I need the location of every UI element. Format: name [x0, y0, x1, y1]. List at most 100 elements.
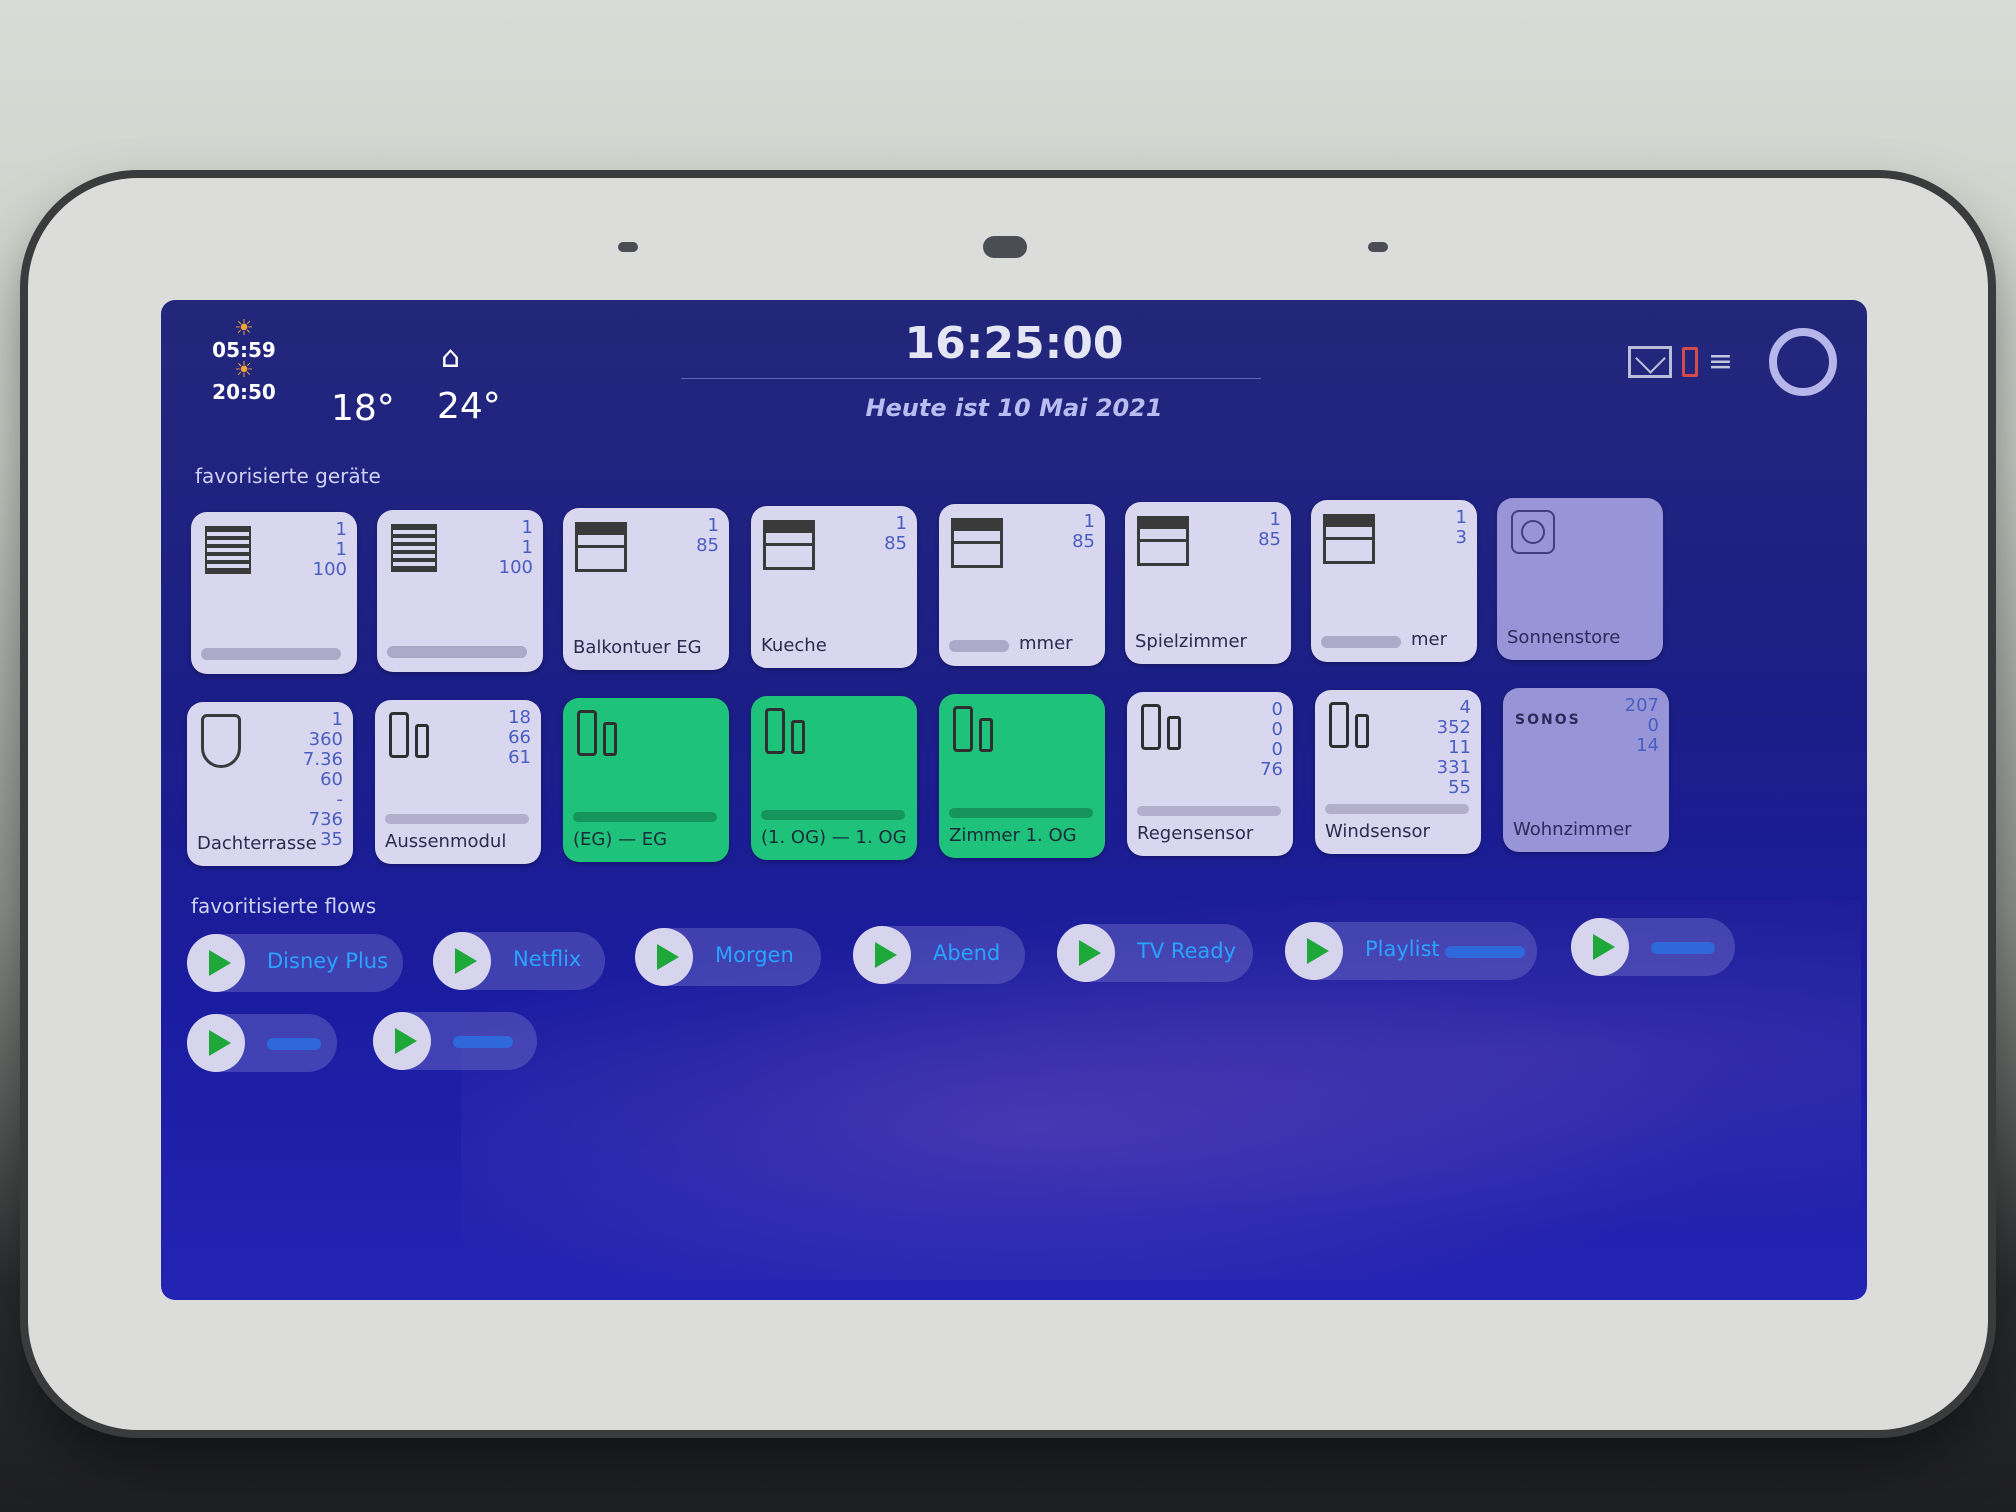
shutter-icon: [1137, 516, 1189, 566]
device-tile-zimmer-2[interactable]: 1 3 mer: [1311, 500, 1477, 662]
device-tile-zimmer[interactable]: 1 85 mmer: [939, 504, 1105, 666]
play-icon[interactable]: [1571, 918, 1629, 976]
device-tile-balkontuer[interactable]: 1 85 Balkontuer EG: [563, 508, 729, 670]
blurred-name: [1321, 636, 1401, 648]
flow-disney-plus[interactable]: Disney Plus: [187, 934, 403, 992]
section-favorite-devices: favorisierte geräte: [195, 464, 381, 488]
flow-playlist[interactable]: Playlist: [1285, 922, 1537, 980]
device-tile-blinds-2[interactable]: 1 1 100: [377, 510, 543, 672]
flow-abend[interactable]: Abend: [853, 926, 1025, 984]
weather-station-icon: [415, 724, 429, 758]
tile-value: 61: [508, 747, 531, 768]
device-tile-eg[interactable]: (EG) — EG: [563, 698, 729, 862]
device-tile-1og[interactable]: (1. OG) — 1. OG: [751, 696, 917, 860]
tile-value: 0: [1271, 699, 1283, 720]
tile-name: Sonnenstore: [1507, 627, 1621, 648]
tile-values: 1 85: [696, 516, 719, 556]
blurred-line: [949, 808, 1093, 818]
menu-icon[interactable]: ≡: [1708, 347, 1733, 377]
status-icons: ≡: [1627, 322, 1837, 402]
device-tile-regensensor[interactable]: 0 0 0 76 Regensensor: [1127, 692, 1293, 856]
sensor-dot: [1368, 242, 1388, 252]
device-tile-blinds-1[interactable]: 1 1 100: [191, 512, 357, 674]
flow-label: TV Ready: [1137, 939, 1237, 963]
tile-value: 76: [1260, 759, 1283, 780]
date-text: Heute ist 10 Mai 2021: [865, 394, 1163, 422]
tile-value: 0: [1647, 715, 1659, 736]
tile-value: 11: [1448, 737, 1471, 758]
tile-values: 1 360 7.36 60 - 736 35: [303, 710, 343, 850]
blurred-name: [201, 648, 341, 660]
weather-station-icon: [791, 720, 805, 754]
tile-name: mer: [1411, 629, 1448, 650]
header: ☀ 05:59 ☀ 20:50 18° ⌂ 24° 16:25:00 Heute…: [161, 300, 1867, 470]
flow-morgen[interactable]: Morgen: [635, 928, 821, 986]
tile-value: 100: [498, 557, 533, 578]
clock: 16:25:00: [904, 318, 1124, 369]
weather-station-icon: [1355, 714, 1369, 748]
tile-name: Regensensor: [1137, 823, 1254, 844]
tile-value: 1: [707, 515, 719, 536]
tile-value: 4: [1459, 697, 1471, 718]
play-icon[interactable]: [1285, 922, 1343, 980]
device-tile-aussenmodul[interactable]: 18 66 61 Aussenmodul: [375, 700, 541, 864]
weather-station-icon: [603, 722, 617, 756]
play-icon[interactable]: [853, 926, 911, 984]
tile-value: 1: [521, 537, 533, 558]
play-icon[interactable]: [635, 928, 693, 986]
play-icon[interactable]: [433, 932, 491, 990]
flow-label: Netflix: [513, 947, 582, 971]
play-icon[interactable]: [187, 1014, 245, 1072]
blurred-line: [1325, 804, 1469, 814]
motion-sensor-icon: [201, 714, 241, 768]
weather-station-icon: [765, 708, 785, 754]
tile-value: 66: [508, 727, 531, 748]
blurred-line: [1137, 806, 1281, 816]
tile-values: 1 85: [1258, 510, 1281, 550]
play-icon[interactable]: [187, 934, 245, 992]
flow-blurred-1[interactable]: [1571, 918, 1735, 976]
dashboard-screen: ☀ 05:59 ☀ 20:50 18° ⌂ 24° 16:25:00 Heute…: [161, 300, 1867, 1300]
home-assistant-logo-icon[interactable]: [1769, 328, 1837, 396]
tile-values: 207 0 14: [1625, 696, 1659, 756]
tile-value: 1: [335, 519, 347, 540]
mail-icon[interactable]: [1627, 346, 1672, 378]
play-icon[interactable]: [373, 1012, 431, 1070]
tile-values: 0 0 0 76: [1260, 700, 1283, 780]
device-tile-sonnenstore[interactable]: Sonnenstore: [1497, 498, 1663, 660]
tile-values: 1 85: [884, 514, 907, 554]
tile-name: (1. OG) — 1. OG: [761, 827, 907, 848]
shutter-icon: [763, 520, 815, 570]
tile-value: 0: [1271, 719, 1283, 740]
tile-value: 18: [508, 707, 531, 728]
weather-station-icon: [979, 718, 993, 752]
flow-netflix[interactable]: Netflix: [433, 932, 605, 990]
flow-blurred-2[interactable]: [187, 1014, 337, 1072]
device-tile-wohnzimmer-sonos[interactable]: SONOS 207 0 14 Wohnzimmer: [1503, 688, 1669, 852]
tile-name: Windsensor: [1325, 821, 1430, 842]
flow-tv-ready[interactable]: TV Ready: [1057, 924, 1253, 982]
weather-station-icon: [577, 710, 597, 756]
tile-name: Dachterrasse: [197, 833, 317, 854]
blurred-label: [267, 1038, 321, 1050]
section-favorite-flows: favoritisierte flows: [191, 894, 377, 918]
blurred-label: [453, 1036, 513, 1048]
weather-station-icon: [953, 706, 973, 752]
flow-blurred-3[interactable]: [373, 1012, 537, 1070]
tile-name: Spielzimmer: [1135, 631, 1247, 652]
tile-value: 1: [1269, 509, 1281, 530]
blinds-icon: [205, 526, 251, 574]
tile-value: 100: [312, 559, 347, 580]
blinds-icon: [391, 524, 437, 572]
device-tile-zimmer-1og[interactable]: Zimmer 1. OG: [939, 694, 1105, 858]
tile-name: Kueche: [761, 635, 827, 656]
device-tile-spielzimmer[interactable]: 1 85 Spielzimmer: [1125, 502, 1291, 664]
weather-station-icon: [1329, 702, 1349, 748]
device-tile-dachterrasse[interactable]: 1 360 7.36 60 - 736 35 Dachterrasse: [187, 702, 353, 866]
device-tile-kueche[interactable]: 1 85 Kueche: [751, 506, 917, 668]
play-icon[interactable]: [1057, 924, 1115, 982]
tile-value: 85: [1072, 531, 1095, 552]
device-tile-windsensor[interactable]: 4 352 11 331 55 Windsensor: [1315, 690, 1481, 854]
blurred-name: [949, 640, 1009, 652]
device-bezel: ☀ 05:59 ☀ 20:50 18° ⌂ 24° 16:25:00 Heute…: [28, 178, 1988, 1430]
